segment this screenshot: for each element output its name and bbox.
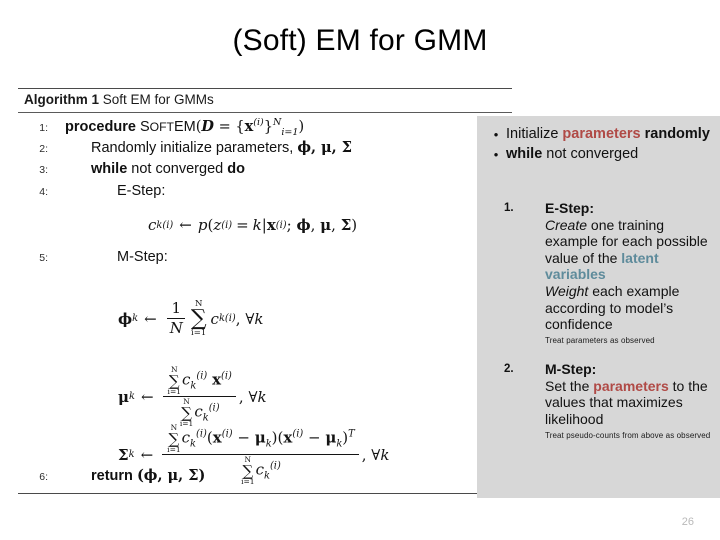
equation-phi-update: ϕk ← 1N N ∑ i=1 c k (i) , ∀ k [118,299,264,338]
line-2-text: Randomly initialize parameters, [91,140,298,156]
equation-e-step: c k (i) ← p(z (i) = k | x (i); ϕ, μ, Σ) [148,216,358,234]
algorithm-line-number: 2: [39,143,48,155]
algorithm-line-3-code: while not converged do [55,161,245,177]
bullet-item-initialize: • Initialize parameters randomly [486,126,714,144]
algorithm-line-5: 5: M-Step: [18,249,512,271]
step-1-index: 1. [504,202,514,214]
notes-panel: • Initialize parameters randomly • while… [477,116,720,498]
keyword-do: do [227,161,245,177]
step-2-note: Treat pseudo-counts from above as observ… [545,430,711,440]
step-2-index: 2. [504,363,514,376]
algorithm-line-3: 3: while not converged do [18,161,512,183]
line-3-mid: not converged [127,161,228,177]
algorithm-line-number: 4: [39,186,48,198]
algorithm-line-1: 1: procedure SOFTEM(D = {x(i)}Ni=1) [18,117,512,139]
step-list-spacer [504,345,716,361]
algorithm-line-4: 4: E-Step: [18,183,512,205]
bullet-item-initialize-text: Initialize parameters randomly [506,126,710,144]
step-2-heading: M-Step: [545,361,597,378]
step-1-italic-1: Create [545,216,588,233]
step-2-text: M-Step: Set the parameters to the values … [545,361,716,440]
step-1-note: Treat parameters as observed [545,335,655,345]
algorithm-mstep-label: M-Step: [117,249,168,265]
step-1-italic-2: Weight [545,282,589,299]
step-1-heading: E-Step: [545,200,594,216]
step-2-body-pre: Set the [545,377,594,394]
step-item-m-step: 2. M-Step: Set the parameters to the valu… [504,361,716,440]
procedure-name: SOFTEM [139,118,196,135]
bullet-2-lead: while [506,146,543,162]
bullet-2-post: not converged [542,146,639,162]
bullet-list: • Initialize parameters randomly • while… [486,126,714,166]
algorithm-line-number: 5: [39,252,48,264]
page-number: 26 [681,516,694,528]
algorithm-line-number: 1: [39,121,48,134]
bullet-marker-icon: • [493,127,499,142]
algorithm-line-2-code: Randomly initialize parameters, ϕ, μ, Σ [55,139,352,156]
bullet-1-post: randomly [640,126,710,142]
bullet-1-accent: parameters [562,126,641,142]
line-2-params: ϕ, μ, Σ [297,139,353,156]
step-1-text: E-Step: Create one training example for e… [545,200,716,345]
equation-sigma-update: Σk ← N ∑ i=1 ck(i)(x(i) − μk)(x(i) − μk)T N… [118,423,390,486]
algorithm-line-2: 2: Randomly initialize parameters, ϕ, μ,… [18,139,512,161]
numbered-step-list: 1. E-Step: Create one training example fo… [504,200,716,440]
step-item-e-step: 1. E-Step: Create one training example fo… [504,200,716,345]
algorithm-estep-label: E-Step: [117,183,166,199]
algorithm-rule-bottom [18,493,512,494]
bullet-1-pre: Initialize [506,126,563,142]
algorithm-line-1-code: procedure SOFTEM(D = {x(i)}Ni=1) [55,117,304,138]
procedure-arguments: (D = {x(i)}Ni=1) [195,117,305,138]
algorithm-caption-label: Algorithm 1 [24,92,100,107]
keyword-procedure: procedure [65,118,136,135]
bullet-item-while: • while not converged [486,146,714,164]
algorithm-caption-title: Soft EM for GMMs [102,92,214,107]
bullet-marker-icon: • [493,147,499,162]
equation-mu-update: μk ← N ∑ i=1 ck(i) x(i) N ∑ i=1 ck(i) , ∀ k [118,365,267,428]
algorithm-line-number: 6: [39,471,48,483]
algorithm-caption: Algorithm 1 Soft EM for GMMs [18,89,512,110]
keyword-while: while [91,161,128,177]
slide-title: (Soft) EM for GMM [232,24,488,57]
bullet-item-while-text: while not converged [506,146,638,164]
algorithm-line-number: 3: [39,164,48,176]
step-2-accent: parameters [593,377,669,394]
